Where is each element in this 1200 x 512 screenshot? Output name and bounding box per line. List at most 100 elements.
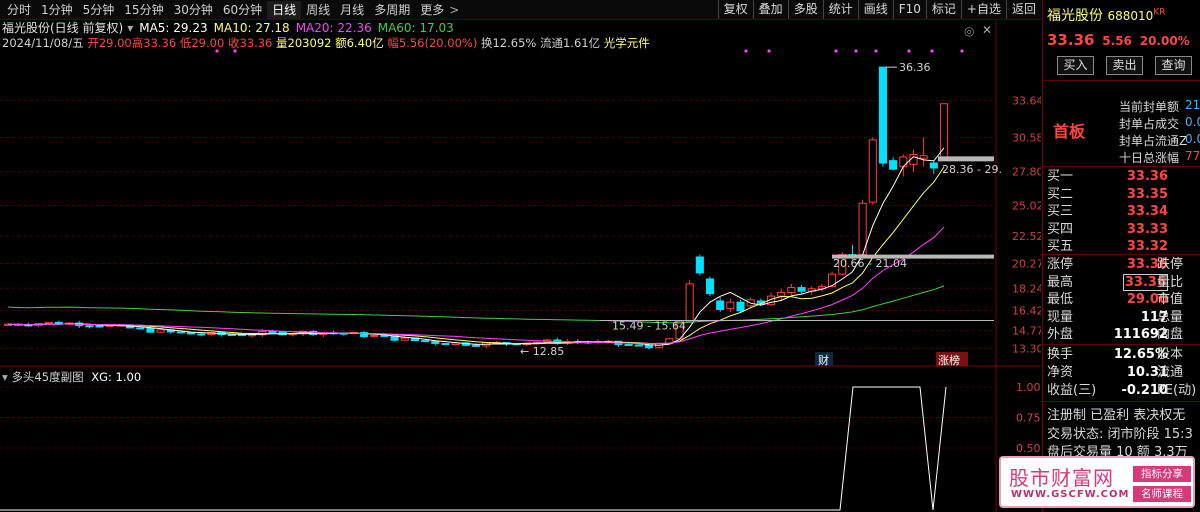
divider <box>1043 254 1200 255</box>
signal-dot <box>907 49 911 53</box>
stock-app: 36.36 ← 12.85 28.36 - 29. 20.66 - 21.04 15.4… <box>0 0 1200 512</box>
candle-body <box>400 337 409 341</box>
candle-body <box>95 325 104 328</box>
candle-body <box>441 342 450 346</box>
stat-label-2: 跌停 <box>1157 257 1184 272</box>
stat2-label: 收益(三) <box>1047 383 1097 398</box>
watermark-title: 股市财富网 <box>1009 466 1114 490</box>
divider <box>1043 80 1200 81</box>
candles <box>3 66 949 350</box>
signal-dot <box>874 49 878 53</box>
sub-chart-collapse-icon[interactable]: ▾ <box>2 370 8 384</box>
fin-tag: 财 <box>818 353 829 367</box>
collapse-icon[interactable]: ▾ <box>127 21 133 35</box>
candle-body <box>644 344 654 349</box>
sub-tick: 1.00 <box>1016 381 1041 394</box>
panel-stock-suffix: KR <box>1153 7 1166 18</box>
bar-turnover: 换12.65% <box>480 36 537 50</box>
period-tab-10[interactable]: 更多 <box>415 1 449 19</box>
panel-stock-name: 福光股份 <box>1047 8 1103 24</box>
ma20-value: MA20: 22.36 <box>295 21 372 35</box>
signal-dot <box>960 49 964 53</box>
seal-value: 0.0 <box>1185 132 1200 146</box>
signal-dot <box>767 49 771 53</box>
price-tick: 18.24 <box>1012 282 1041 295</box>
sub-chart-title[interactable]: 多头45度副图 <box>11 370 83 384</box>
candle-body <box>268 330 277 333</box>
tool-button-3[interactable]: 统计 <box>822 0 858 19</box>
price-tick: 30.58 <box>1012 132 1041 145</box>
seal-value: 0.0 <box>1185 115 1200 129</box>
sell-button[interactable]: 卖出 <box>1106 56 1143 75</box>
tool-button-4[interactable]: 画线 <box>857 0 893 19</box>
tool-button-5[interactable]: F10 <box>892 0 926 19</box>
ma60-value: MA60: 17.03 <box>377 21 454 35</box>
panel-header: 福光股份 688010KR <box>1047 5 1165 25</box>
query-button[interactable]: 查询 <box>1155 56 1192 75</box>
period-tab-5[interactable]: 60分钟 <box>218 1 267 19</box>
bar-change: 幅5.56(20.00%) <box>387 36 478 50</box>
bid-price: 33.34 <box>1126 204 1168 219</box>
period-tab-0[interactable]: 分时 <box>2 1 36 19</box>
chart-close-icon[interactable]: ✕ <box>982 23 992 37</box>
candle-body <box>777 291 786 297</box>
bar-float: 流通1.61亿 <box>539 36 601 50</box>
price-tick: 27.80 <box>1012 166 1041 179</box>
period-tab-7[interactable]: 周线 <box>301 1 335 19</box>
stat-label-2: 量比 <box>1157 274 1184 290</box>
stat-row: 涨停 33.36 跌停 <box>1043 256 1200 273</box>
candle-body <box>471 344 481 347</box>
signal-dot <box>854 49 858 53</box>
stat-label-2: 市值 <box>1157 292 1184 307</box>
board-badge: 首板 <box>1053 122 1086 141</box>
candle-body <box>624 344 633 347</box>
buy-button[interactable]: 买入 <box>1057 56 1094 75</box>
bid-price: 33.33 <box>1126 221 1168 237</box>
chart-settings-icon[interactable]: ◎ <box>964 24 974 38</box>
tool-button-6[interactable]: 标记 <box>925 0 961 19</box>
sub-chart: 1.00 0.75 0.50 <box>0 381 1041 511</box>
bid-row[interactable]: 买五 33.32 <box>1043 238 1200 255</box>
period-tab-6[interactable]: 日线 <box>267 1 302 19</box>
period-tabs: 分时 1分钟 5分钟 15分钟 30分钟 60分钟 日线 周线 月线 多周期 更多 > <box>2 0 464 20</box>
stat-label-2: 内盘 <box>1157 327 1184 342</box>
period-tab-2[interactable]: 5分钟 <box>78 1 120 19</box>
candle-body <box>85 325 94 328</box>
stat-row: 外盘 111692 内盘 <box>1043 326 1200 343</box>
tool-button-0[interactable]: 复权 <box>717 0 753 19</box>
candle-body <box>797 287 806 292</box>
stock-tags: 注册制 已盈利 表决权无 <box>1047 408 1186 423</box>
tool-button-8[interactable]: 返回 <box>1005 0 1041 19</box>
bid-row[interactable]: 买二 33.35 <box>1043 186 1200 203</box>
bid-label: 买三 <box>1047 204 1074 219</box>
period-tab-4[interactable]: 30分钟 <box>169 1 218 19</box>
trade-state: 交易状态: 闭市阶段 15:3 <box>1047 427 1193 442</box>
bar-low: 低29.00 <box>179 36 225 50</box>
candle-body <box>705 278 715 295</box>
period-tab-9[interactable]: 多周期 <box>369 1 415 19</box>
right-tools: 复权 叠加 多股 统计 画线 F10 标记 +自选 返回 <box>717 0 1041 20</box>
bar-concept[interactable]: 光学元件 <box>604 36 650 50</box>
period-tab-3[interactable]: 15分钟 <box>119 1 168 19</box>
candle-body <box>146 327 155 333</box>
price-tick: 20.27 <box>1012 258 1041 271</box>
zt-tag: 涨榜 <box>938 353 960 367</box>
candle-body <box>889 160 898 170</box>
more-arrow-icon[interactable]: > <box>449 1 464 19</box>
bid-row[interactable]: 买一 33.36 <box>1043 168 1200 185</box>
info-line-ma: 福光股份(日线 前复权) ▾ MA5: 29.23 MA10: 27.18 MA20: … <box>2 21 460 36</box>
period-tab-8[interactable]: 月线 <box>335 1 369 19</box>
period-tab-1[interactable]: 1分钟 <box>36 1 78 19</box>
tool-button-1[interactable]: 叠加 <box>752 0 788 19</box>
stat-row: 最高 33.36 量比 <box>1043 273 1200 291</box>
tool-button-7[interactable]: +自选 <box>960 0 1006 19</box>
candle-body <box>634 344 643 347</box>
bid-row[interactable]: 买四 33.33 <box>1043 221 1200 238</box>
candle-body <box>431 341 440 344</box>
bar-close: 收33.36 <box>227 36 273 50</box>
kline-chart[interactable]: 36.36 ← 12.85 28.36 - 29. 20.66 - 21.04 15.4… <box>0 0 1041 512</box>
bid-row[interactable]: 买三 33.34 <box>1043 203 1200 220</box>
tool-button-2[interactable]: 多股 <box>787 0 823 19</box>
zone2-label: 20.66 - 21.04 <box>833 257 907 270</box>
seal-value: 77 <box>1185 149 1200 163</box>
